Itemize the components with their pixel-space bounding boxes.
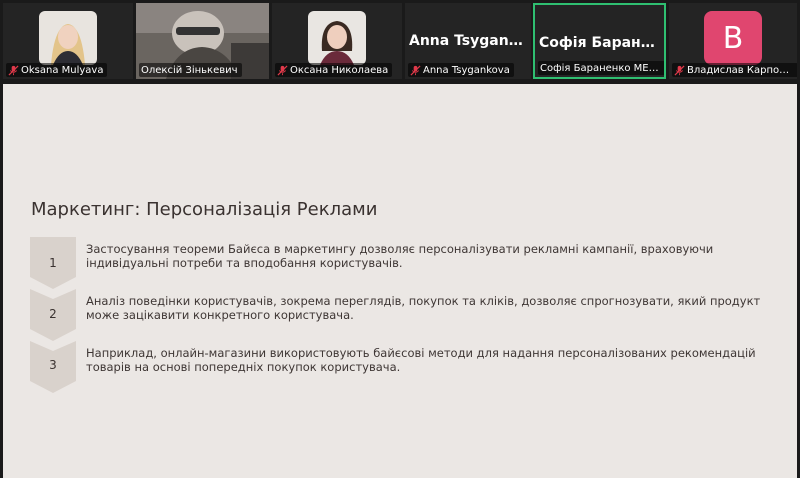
participant-name-label: Владислав Карпов (P... xyxy=(672,63,797,77)
participant-name-label: Oksana Mulyava xyxy=(6,63,108,77)
mic-muted-icon xyxy=(277,64,288,76)
mic-muted-icon xyxy=(410,64,421,76)
shared-slide: Маркетинг: Персоналізація Реклами 1 Заст… xyxy=(3,84,797,478)
participant-display-name: Софія Бараненко ME-1-9 xyxy=(539,35,664,51)
participant-name-label: Софія Бараненко ME-1-9 xyxy=(538,61,664,75)
participant-avatar xyxy=(39,11,97,65)
step-text: Аналіз поведінки користувачів, зокрема п… xyxy=(86,294,761,322)
slide-title: Маркетинг: Персоналізація Реклами xyxy=(31,199,378,220)
participant-tile[interactable]: B Владислав Карпов (P... xyxy=(669,3,797,79)
mic-muted-icon xyxy=(674,64,685,76)
step-number: 2 xyxy=(49,307,57,321)
participant-name-label: Anna Tsygankova xyxy=(408,63,514,77)
participant-avatar xyxy=(308,11,366,65)
participant-name-label: Оксана Николаева xyxy=(275,63,393,77)
participant-tile[interactable]: Anna Tsygankova Anna Tsygankova xyxy=(405,3,531,79)
participant-display-name: Anna Tsygankova xyxy=(409,33,531,49)
step-text: Наприклад, онлайн-магазини використовуют… xyxy=(86,346,756,374)
step-text: Застосування теореми Байєса в маркетингу… xyxy=(86,242,714,270)
participant-avatar: B xyxy=(704,11,762,65)
mic-muted-icon xyxy=(8,64,19,76)
participant-strip: Oksana Mulyava Олексій Зінькевич Оксана … xyxy=(0,0,800,81)
participant-name-label: Олексій Зінькевич xyxy=(139,63,242,77)
participant-tile[interactable]: Оксана Николаева xyxy=(272,3,402,79)
participant-tile-active-speaker[interactable]: Софія Бараненко ME-1-9 Софія Бараненко M… xyxy=(533,3,666,79)
participant-tile[interactable]: Oksana Mulyava xyxy=(3,3,133,79)
participant-tile[interactable]: Олексій Зінькевич xyxy=(136,3,269,79)
step-number: 1 xyxy=(49,256,57,270)
step-number: 3 xyxy=(49,358,57,372)
